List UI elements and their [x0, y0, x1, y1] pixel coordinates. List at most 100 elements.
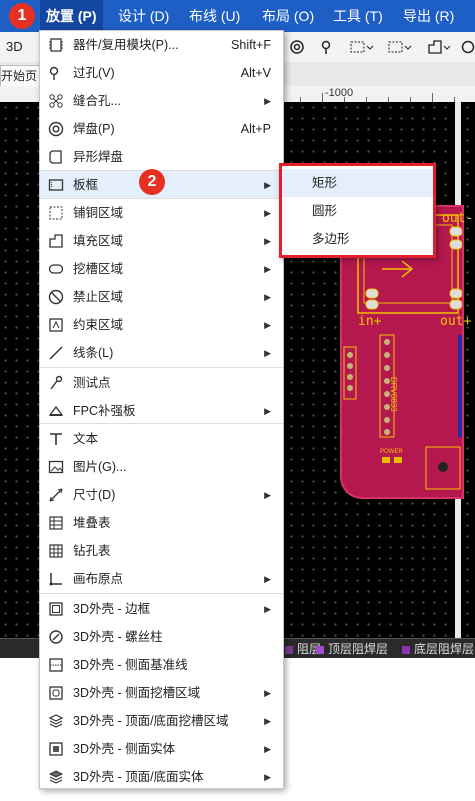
menu-separator	[40, 593, 283, 594]
menu-item-shortcut: Alt+V	[240, 66, 271, 80]
component-icon	[48, 37, 64, 53]
image-icon	[48, 459, 64, 475]
submenu-item-polygon[interactable]: 多边形	[282, 225, 433, 253]
menu-item-label: 画布原点	[73, 572, 124, 586]
more-tool-icon[interactable]	[461, 39, 475, 55]
shell-top-solid-icon	[48, 769, 64, 785]
via-tool-icon[interactable]	[320, 39, 336, 55]
submenu-item-circle[interactable]: 圆形	[282, 197, 433, 225]
menu-layout[interactable]: 布局 (O)	[262, 0, 314, 32]
menu-item-custom-pad[interactable]: 异形焊盘	[40, 143, 283, 171]
menu-item-label: 禁止区域	[73, 290, 124, 304]
menu-item-label: 尺寸(D)	[73, 488, 116, 502]
menu-item-label: 3D外壳 - 顶面/底面实体	[73, 770, 204, 784]
menu-item-label: 板框	[73, 178, 99, 192]
submenu-arrow-icon: ▶	[264, 208, 271, 218]
menu-item-text[interactable]: 文本	[40, 425, 283, 453]
menu-item-shortcut: Shift+F	[231, 38, 271, 52]
via-icon	[48, 65, 64, 81]
submenu-arrow-icon: ▶	[264, 96, 271, 106]
slot-region-icon	[48, 261, 64, 277]
menu-item-component[interactable]: 器件/复用模块(P)... Shift+F	[40, 31, 283, 59]
submenu-arrow-icon: ▶	[264, 320, 271, 330]
menu-item-label: 3D外壳 - 侧面实体	[73, 742, 176, 756]
menu-item-shell-side-slot[interactable]: 3D外壳 - 侧面挖槽区域 ▶	[40, 679, 283, 707]
submenu-item-rectangle[interactable]: 矩形	[282, 169, 433, 197]
submenu-arrow-icon: ▶	[264, 574, 271, 584]
shell-border-icon	[48, 601, 64, 617]
menu-item-label: 过孔(V)	[73, 66, 115, 80]
menu-item-label: 约束区域	[73, 318, 124, 332]
layer-label: 底层阻焊层	[414, 642, 475, 656]
pad-icon	[48, 121, 64, 137]
menu-item-canvas-origin[interactable]: 画布原点 ▶	[40, 565, 283, 593]
menu-item-dimension[interactable]: 尺寸(D) ▶	[40, 481, 283, 509]
menu-item-shell-side-solid[interactable]: 3D外壳 - 侧面实体 ▶	[40, 735, 283, 763]
menu-item-test-point[interactable]: 测试点	[40, 369, 283, 397]
layer-swatch	[316, 645, 324, 654]
line-icon	[48, 345, 64, 361]
menu-item-label: 器件/复用模块(P)...	[73, 38, 179, 52]
submenu-arrow-icon: ▶	[264, 688, 271, 698]
menu-item-constraint-region[interactable]: 约束区域 ▶	[40, 311, 283, 339]
menu-separator	[40, 170, 283, 171]
rect-select-tool-icon[interactable]	[350, 39, 374, 55]
submenu-item-label: 多边形	[312, 232, 350, 246]
menu-item-via[interactable]: 过孔(V) Alt+V	[40, 59, 283, 87]
shell-screw-icon	[48, 629, 64, 645]
submenu-arrow-icon: ▶	[264, 604, 271, 614]
board-outline-icon	[48, 177, 64, 193]
menu-item-label: 3D外壳 - 顶面/底面挖槽区域	[73, 714, 229, 728]
menu-item-slot-region[interactable]: 挖槽区域 ▶	[40, 255, 283, 283]
menu-item-drill-table[interactable]: 钻孔表	[40, 537, 283, 565]
shell-side-line-icon	[48, 657, 64, 673]
menu-item-fill-region[interactable]: 填充区域 ▶	[40, 227, 283, 255]
menu-item-label: 图片(G)...	[73, 460, 127, 474]
text-icon	[48, 431, 64, 447]
place-menu: 器件/复用模块(P)... Shift+F 过孔(V) Alt+V 缝合孔... ▶ 焊盘(…	[39, 30, 284, 789]
menu-item-stackup-table[interactable]: 堆叠表	[40, 509, 283, 537]
region-tool-icon[interactable]	[388, 39, 412, 55]
menu-item-shell-top-slot[interactable]: 3D外壳 - 顶面/底面挖槽区域 ▶	[40, 707, 283, 735]
menu-place[interactable]: 放置 (P)	[40, 0, 103, 32]
menu-item-shell-top-solid[interactable]: 3D外壳 - 顶面/底面实体 ▶	[40, 763, 283, 791]
menu-item-label: 3D外壳 - 侧面基准线	[73, 658, 188, 672]
menu-item-label: 线条(L)	[73, 346, 114, 360]
menu-item-line[interactable]: 线条(L) ▶	[40, 339, 283, 367]
menu-item-copper-pour[interactable]: 铺铜区域 ▶	[40, 199, 283, 227]
custom-pad-icon	[48, 149, 64, 165]
menu-item-shell-screw[interactable]: 3D外壳 - 螺丝柱	[40, 623, 283, 651]
fill-region-icon	[48, 233, 64, 249]
stitching-via-icon	[48, 93, 64, 109]
menu-route[interactable]: 布线 (U)	[189, 0, 240, 32]
menu-item-stitching-via[interactable]: 缝合孔... ▶	[40, 87, 283, 115]
menu-item-image[interactable]: 图片(G)...	[40, 453, 283, 481]
menu-design[interactable]: 设计 (D)	[118, 0, 169, 32]
shell-side-solid-icon	[48, 741, 64, 757]
menu-item-pad[interactable]: 焊盘(P) Alt+P	[40, 115, 283, 143]
pcb-label-out-minus: out-	[442, 211, 474, 226]
submenu-arrow-icon: ▶	[264, 490, 271, 500]
menu-item-label: 挖槽区域	[73, 262, 124, 276]
menu-export[interactable]: 导出 (R)	[403, 0, 454, 32]
layer-item[interactable]: 底层阻焊层	[402, 641, 474, 657]
copper-pour-icon	[48, 205, 64, 221]
menu-item-shell-side-line[interactable]: 3D外壳 - 侧面基准线	[40, 651, 283, 679]
keepout-region-icon	[48, 289, 64, 305]
pcb-label-power: POWER	[380, 449, 403, 455]
menu-item-shell-border[interactable]: 3D外壳 - 边框 ▶	[40, 595, 283, 623]
pad-tool-icon[interactable]	[289, 39, 305, 55]
layer-item[interactable]: 顶层阻焊层	[316, 641, 388, 657]
menu-item-fpc-stiffener[interactable]: FPC补强板 ▶	[40, 397, 283, 425]
submenu-arrow-icon: ▶	[264, 264, 271, 274]
step-badge-2: 2	[139, 169, 165, 195]
outline-tool-icon[interactable]	[427, 39, 451, 55]
menu-item-keepout-region[interactable]: 禁止区域 ▶	[40, 283, 283, 311]
stackup-table-icon	[48, 515, 64, 531]
submenu-arrow-icon: ▶	[264, 772, 271, 782]
tab-start-page[interactable]: 开始页	[0, 65, 43, 86]
view-3d-button[interactable]: 3D	[6, 39, 23, 54]
shell-side-slot-icon	[48, 685, 64, 701]
menu-tools[interactable]: 工具 (T)	[333, 0, 383, 32]
board-outline-submenu: 矩形 圆形 多边形	[279, 163, 436, 258]
